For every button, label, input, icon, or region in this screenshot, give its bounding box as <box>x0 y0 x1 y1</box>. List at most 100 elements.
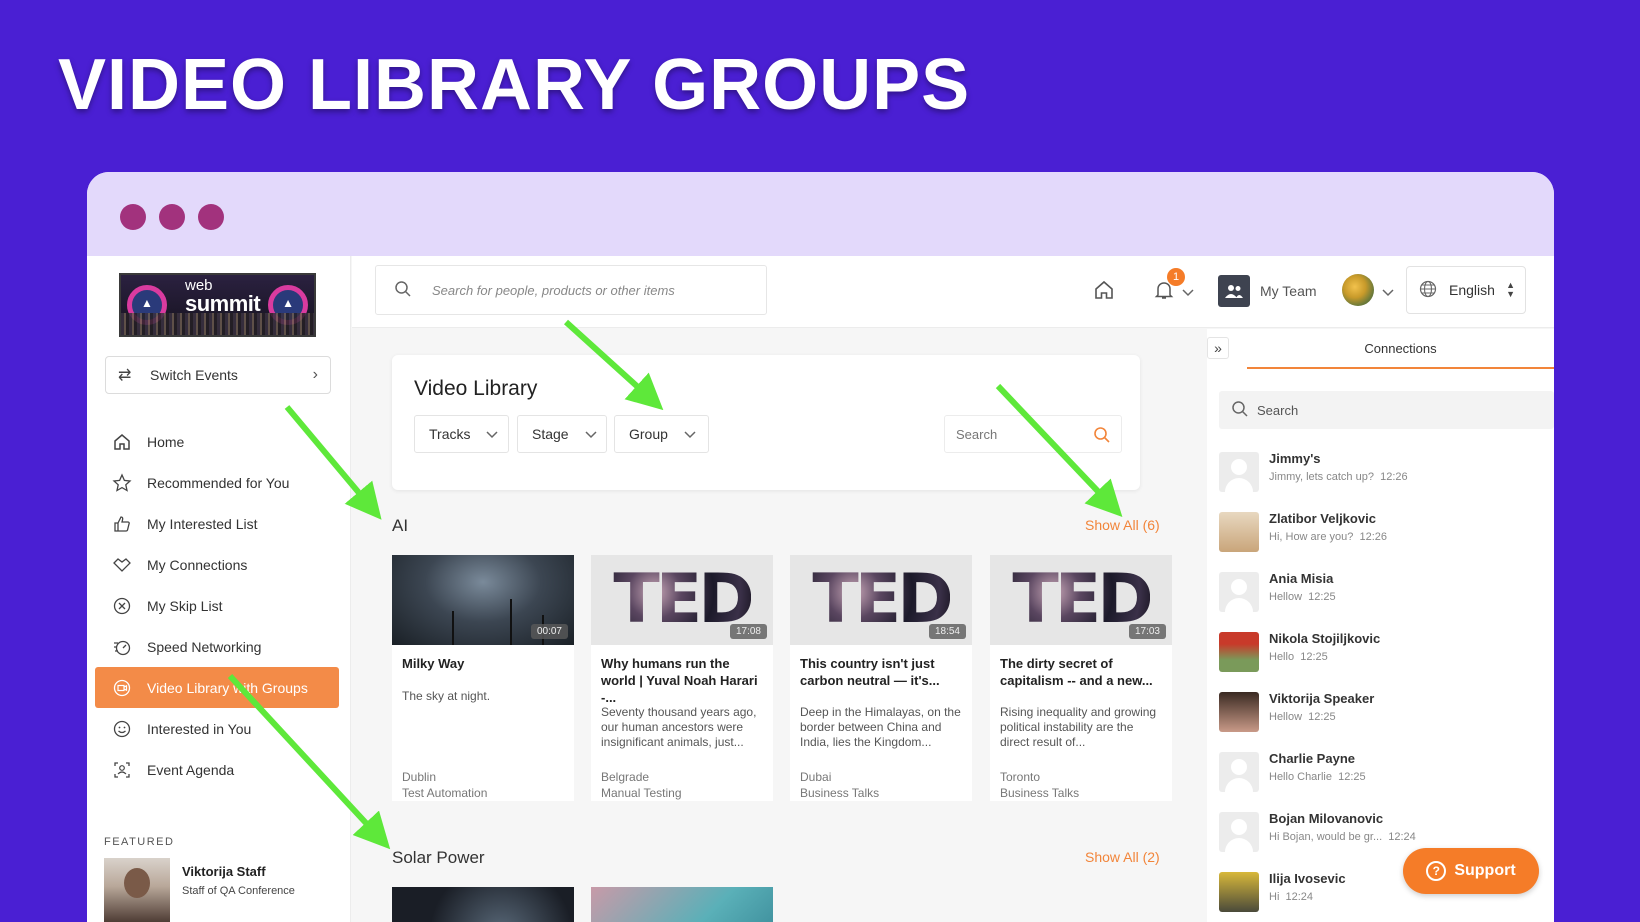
connection-name: Bojan Milovanovic <box>1269 811 1384 826</box>
video-description: Seventy thousand years ago, our human an… <box>601 705 757 749</box>
search-icon[interactable] <box>1093 426 1111 447</box>
speed-icon <box>111 636 133 658</box>
video-card[interactable]: TED 17:03 The dirty secret of capitalism… <box>990 555 1172 801</box>
globe-icon <box>1419 280 1437 301</box>
top-bar: Search for people, products or other ite… <box>352 256 1554 328</box>
video-location: Dubai <box>800 770 832 784</box>
video-thumbnail[interactable] <box>392 887 574 922</box>
expand-panel-icon[interactable]: » <box>1207 337 1229 359</box>
sidebar-item-label: Interested in You <box>147 720 252 737</box>
global-search-input[interactable]: Search for people, products or other ite… <box>375 265 767 315</box>
video-duration: 00:07 <box>530 624 568 639</box>
video-title: This country isn't just carbon neutral —… <box>800 656 940 688</box>
agenda-icon <box>111 759 133 781</box>
connection-message: Hello Charlie 12:25 <box>1269 771 1366 783</box>
video-track: Test Automation <box>402 786 488 800</box>
sidebar-item-video-library[interactable]: Video Library with Groups <box>95 667 339 708</box>
connections-search-input[interactable]: Search <box>1219 391 1554 429</box>
video-card[interactable]: 00:07 Milky Way The sky at night. Dublin… <box>392 555 574 801</box>
connections-search-placeholder: Search <box>1257 402 1299 418</box>
connection-name: Charlie Payne <box>1269 751 1355 766</box>
filter-group-dropdown[interactable]: Group <box>614 415 709 453</box>
chevron-down-icon[interactable] <box>1382 284 1394 302</box>
sidebar-item-speed-networking[interactable]: Speed Networking <box>87 626 351 667</box>
sidebar-nav: Home Recommended for You My Interested L… <box>87 421 351 790</box>
smile-icon <box>111 718 133 740</box>
connection-item[interactable]: Nikola Stojiljkovic Hello 12:25 <box>1219 627 1549 687</box>
filter-label: Stage <box>532 426 569 442</box>
chevron-down-icon <box>585 426 597 442</box>
support-button[interactable]: ? Support <box>1403 848 1539 894</box>
global-search-placeholder: Search for people, products or other ite… <box>432 282 675 298</box>
connection-item[interactable]: Zlatibor Veljkovic Hi, How are you? 12:2… <box>1219 507 1549 567</box>
avatar <box>1219 872 1259 912</box>
featured-heading: FEATURED <box>104 836 175 848</box>
chevron-down-icon[interactable] <box>1182 284 1194 302</box>
avatar[interactable] <box>1342 274 1374 306</box>
sidebar-item-label: Recommended for You <box>147 474 290 491</box>
connection-message: Hi 12:24 <box>1269 891 1314 903</box>
sidebar-item-event-agenda[interactable]: Event Agenda <box>87 749 351 790</box>
my-team-button[interactable]: My Team <box>1218 275 1317 307</box>
video-thumbnail[interactable] <box>591 887 773 922</box>
tab-connections[interactable]: Connections <box>1247 341 1554 356</box>
home-icon[interactable] <box>1092 278 1116 307</box>
sidebar-item-label: Speed Networking <box>147 638 262 655</box>
window-dot-minimize[interactable] <box>159 204 185 230</box>
video-track: Business Talks <box>800 786 880 800</box>
video-location: Toronto <box>1000 770 1041 784</box>
app-window: ▲ ▲ web summit ⇄ Switch Events › Home Re… <box>87 172 1554 922</box>
event-logo[interactable]: ▲ ▲ web summit <box>119 273 316 337</box>
sidebar-item-label: My Interested List <box>147 515 258 532</box>
featured-role: Staff of QA Conference <box>182 885 295 897</box>
page-title: Video Library <box>414 377 538 400</box>
search-icon <box>394 280 412 301</box>
sidebar-item-label: My Skip List <box>147 597 223 614</box>
filter-label: Group <box>629 426 668 442</box>
featured-person[interactable]: Viktorija Staff Staff of QA Conference <box>104 858 295 922</box>
language-select[interactable]: English ▲ ▼ <box>1406 266 1526 314</box>
video-description: Deep in the Himalayas, on the border bet… <box>800 705 961 749</box>
connection-item[interactable]: Ania Misia Hellow 12:25 <box>1219 567 1549 627</box>
switch-events-button[interactable]: ⇄ Switch Events › <box>105 356 331 394</box>
sidebar-item-recommended[interactable]: Recommended for You <box>87 462 351 503</box>
connection-item[interactable]: Charlie Payne Hello Charlie 12:25 <box>1219 747 1549 807</box>
filter-stage-dropdown[interactable]: Stage <box>517 415 607 453</box>
sidebar-item-label: Video Library with Groups <box>147 679 308 696</box>
window-dot-close[interactable] <box>120 204 146 230</box>
main-content: Video Library Tracks Stage Group Search <box>352 329 1172 922</box>
video-location: Dublin <box>402 770 437 784</box>
connection-item[interactable]: Viktorija Speaker Hellow 12:25 <box>1219 687 1549 747</box>
sidebar-item-skip-list[interactable]: My Skip List <box>87 585 351 626</box>
sidebar-item-interested-in-you[interactable]: Interested in You <box>87 708 351 749</box>
video-thumbnail: TED 17:03 <box>990 555 1172 645</box>
sidebar-item-label: My Connections <box>147 556 248 573</box>
video-card[interactable]: TED 17:08 Why humans run the world | Yuv… <box>591 555 773 801</box>
sidebar-item-label: Home <box>147 433 185 450</box>
connection-item[interactable]: Jimmy's Jimmy, lets catch up? 12:26 <box>1219 447 1549 507</box>
window-titlebar <box>87 172 1554 256</box>
connection-message: Hello 12:25 <box>1269 651 1328 663</box>
handshake-icon <box>111 554 133 576</box>
avatar <box>1219 692 1259 732</box>
show-all-solar-power-link[interactable]: Show All (2) <box>1085 849 1160 865</box>
video-thumbnail: TED 17:08 <box>591 555 773 645</box>
sidebar-item-home[interactable]: Home <box>87 421 351 462</box>
video-duration: 17:08 <box>729 624 767 639</box>
avatar <box>1219 452 1259 492</box>
language-value: English <box>1449 282 1495 298</box>
avatar <box>1219 512 1259 552</box>
sidebar-item-interested-list[interactable]: My Interested List <box>87 503 351 544</box>
connection-message: Jimmy, lets catch up? 12:26 <box>1269 471 1408 483</box>
window-dot-maximize[interactable] <box>198 204 224 230</box>
avatar <box>1219 572 1259 612</box>
video-card[interactable]: TED 18:54 This country isn't just carbon… <box>790 555 972 801</box>
connection-name: Nikola Stojiljkovic <box>1269 631 1381 646</box>
thumbs-up-icon <box>111 513 133 535</box>
show-all-ai-link[interactable]: Show All (6) <box>1085 517 1160 533</box>
search-icon <box>1231 400 1249 421</box>
video-search-input[interactable]: Search <box>944 415 1122 453</box>
filter-tracks-dropdown[interactable]: Tracks <box>414 415 509 453</box>
sidebar-item-connections[interactable]: My Connections <box>87 544 351 585</box>
connection-message: Hi, How are you? 12:26 <box>1269 531 1388 543</box>
